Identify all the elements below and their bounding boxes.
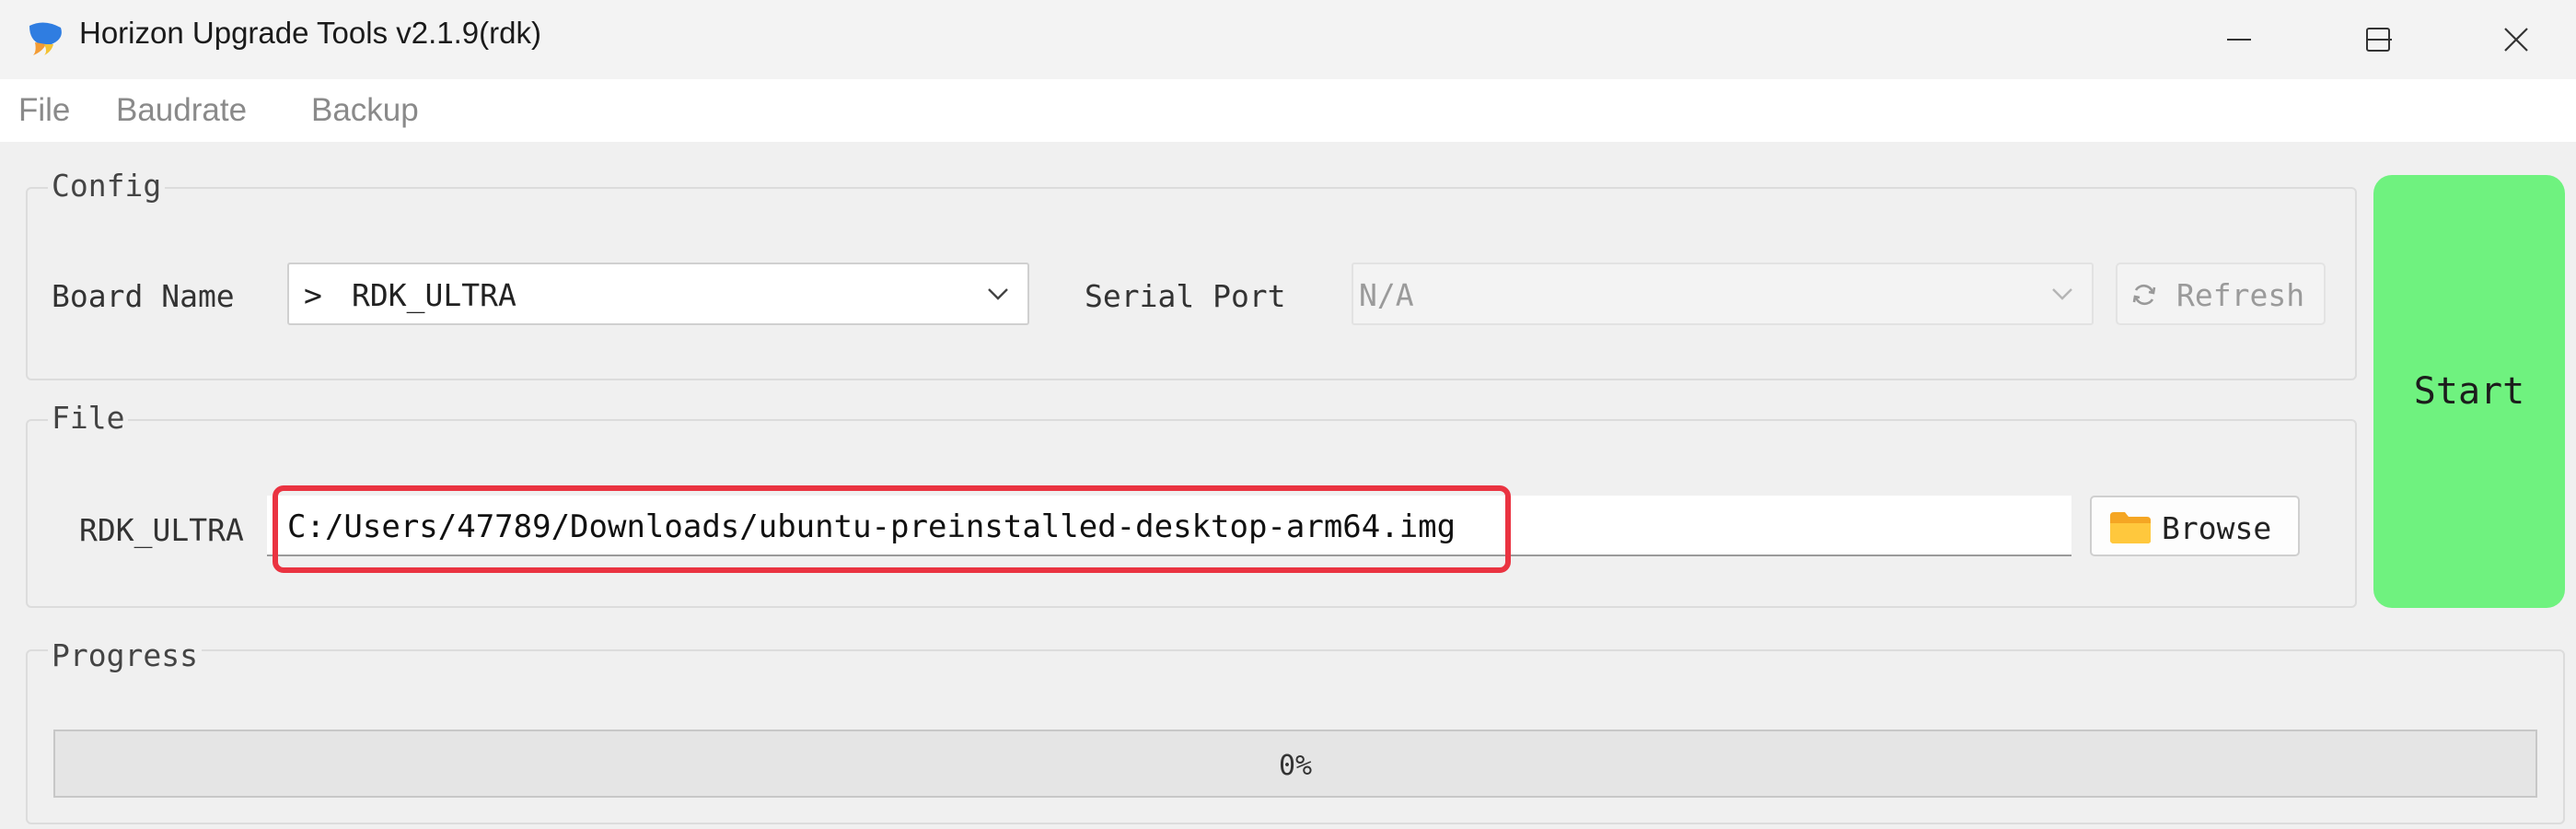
folder-icon bbox=[2110, 512, 2151, 543]
progress-group-title: Progress bbox=[48, 637, 202, 673]
maximize-window-button[interactable] bbox=[2318, 0, 2438, 79]
start-button[interactable]: Start bbox=[2373, 175, 2565, 608]
menu-bar: File Baudrate Backup bbox=[0, 79, 2576, 142]
menu-backup[interactable]: Backup bbox=[311, 92, 419, 129]
board-name-label: Board Name bbox=[52, 278, 235, 314]
browse-label: Browse bbox=[2162, 510, 2272, 546]
app-logo-icon bbox=[29, 22, 62, 55]
browse-button[interactable]: Browse bbox=[2090, 496, 2300, 556]
start-label: Start bbox=[2413, 370, 2525, 413]
path-highlight-box bbox=[273, 485, 1511, 573]
serial-port-value: N/A bbox=[1359, 277, 1414, 313]
serial-port-label: Serial Port bbox=[1085, 278, 1286, 314]
refresh-button[interactable]: Refresh bbox=[2116, 263, 2326, 325]
board-prefix-chevron: > bbox=[304, 277, 322, 313]
minimize-window-button[interactable] bbox=[2179, 0, 2299, 79]
menu-file[interactable]: File bbox=[18, 92, 70, 129]
minimize-icon bbox=[2227, 39, 2251, 41]
file-group-title: File bbox=[48, 400, 129, 436]
serial-port-select[interactable]: N/A bbox=[1352, 263, 2094, 325]
config-group-title: Config bbox=[48, 168, 166, 204]
maximize-icon bbox=[2366, 28, 2390, 52]
refresh-label: Refresh bbox=[2176, 277, 2305, 313]
progress-percent: 0% bbox=[1278, 750, 1313, 782]
file-row-label: RDK_ULTRA bbox=[79, 512, 244, 548]
board-name-value: RDK_ULTRA bbox=[352, 277, 516, 313]
close-icon bbox=[2504, 28, 2528, 52]
menu-baudrate[interactable]: Baudrate bbox=[116, 92, 247, 129]
close-window-button[interactable] bbox=[2456, 0, 2576, 79]
refresh-icon bbox=[2132, 284, 2156, 306]
board-name-select[interactable]: > RDK_ULTRA bbox=[287, 263, 1029, 325]
chevron-down-icon bbox=[988, 288, 1008, 300]
progress-bar: 0% bbox=[53, 730, 2537, 798]
window-title: Horizon Upgrade Tools v2.1.9(rdk) bbox=[79, 16, 541, 50]
chevron-down-icon bbox=[2052, 288, 2072, 300]
